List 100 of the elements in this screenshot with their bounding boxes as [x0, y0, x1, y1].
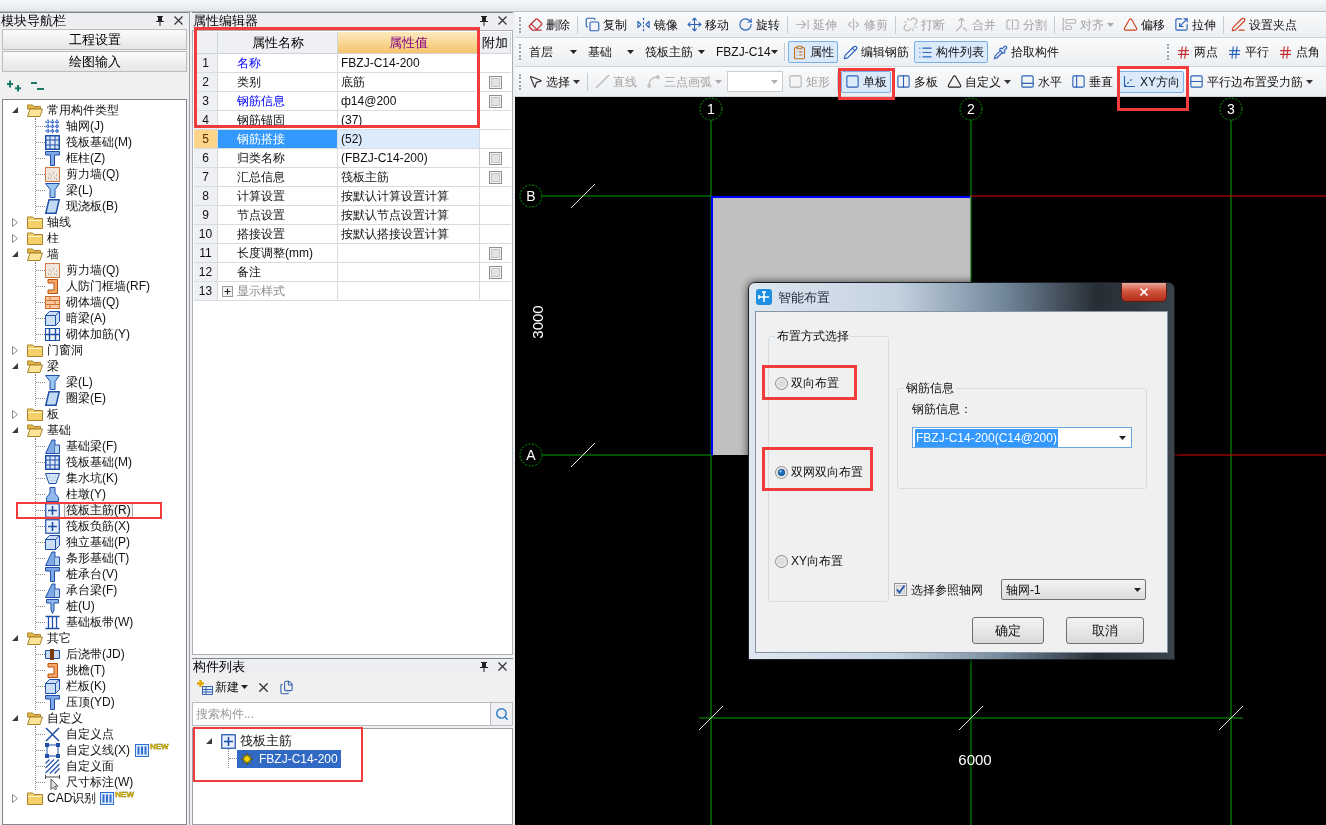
expand-arrow-icon[interactable] — [11, 217, 18, 227]
search-button[interactable] — [491, 702, 513, 726]
toolbar-button[interactable]: 旋转 — [734, 13, 784, 36]
pin-icon[interactable] — [480, 661, 488, 672]
tree-item[interactable]: 梁(L) — [64, 182, 95, 198]
dropdown[interactable]: 首层 — [524, 41, 582, 63]
close-button[interactable] — [1121, 283, 1167, 302]
property-value[interactable]: ф14@200 — [338, 92, 480, 111]
nav-button[interactable]: 工程设置 — [2, 29, 187, 50]
tree-item[interactable]: 板 — [46, 406, 60, 422]
collapse-arrow-icon[interactable] — [11, 107, 18, 113]
pin-icon[interactable] — [480, 15, 488, 26]
tree-item[interactable]: 压顶(YD) — [64, 694, 117, 710]
new-button[interactable]: 新建 — [196, 677, 249, 697]
tree-item[interactable]: 剪力墙(Q) — [64, 262, 122, 278]
tree-item[interactable]: 筏板主筋 — [240, 731, 292, 751]
toolbar-button[interactable]: 垂直 — [1067, 70, 1117, 93]
property-value[interactable]: (FBZJ-C14-200) — [338, 149, 480, 168]
toolbar-button[interactable]: 设置夹点 — [1227, 13, 1301, 36]
toolbar-button[interactable]: 单板 — [841, 70, 891, 93]
tree-item[interactable]: 人防门框墙(RF) — [64, 278, 152, 294]
toolbar-button[interactable]: 构件列表 — [914, 41, 988, 63]
property-value[interactable]: 按默认计算设置计算 — [338, 187, 480, 206]
property-value[interactable]: 按默认搭接设置计算 — [338, 225, 480, 244]
tree-item[interactable]: 现浇板(B) — [64, 198, 120, 214]
tree-item[interactable]: 梁(L) — [64, 374, 95, 390]
toolbar-button[interactable]: 属性 — [788, 41, 838, 63]
checkbox[interactable] — [489, 246, 502, 260]
tree-item[interactable]: 桩(U) — [64, 598, 97, 614]
tree-item[interactable]: 门窗洞 — [46, 342, 84, 358]
tree-item[interactable]: 后浇带(JD) — [64, 646, 127, 662]
dropdown[interactable]: 筏板主筋 — [640, 41, 710, 63]
close-icon[interactable] — [498, 662, 507, 671]
toolbar-button[interactable]: 删除 — [524, 13, 574, 36]
property-value[interactable]: 按默认节点设置计算 — [338, 206, 480, 225]
tree-item[interactable]: 集水坑(K) — [64, 470, 120, 486]
tree-item[interactable]: 独立基础(P) — [64, 534, 132, 550]
pin-icon[interactable] — [156, 15, 164, 26]
tree-item[interactable]: 梁 — [46, 358, 60, 374]
collapse-arrow-icon[interactable] — [11, 363, 18, 369]
property-value[interactable]: 底筋 — [338, 73, 480, 92]
tree-item[interactable]: 轴线 — [46, 214, 72, 230]
toolbar-button[interactable]: 多板 — [892, 70, 942, 93]
toolbar-button[interactable]: 编辑钢筋 — [839, 41, 913, 63]
collapse-arrow-icon[interactable] — [11, 715, 18, 721]
collapse-arrow-icon[interactable] — [11, 251, 18, 257]
checkbox-option[interactable]: 选择参照轴网 — [894, 580, 983, 599]
expand-arrow-icon[interactable] — [11, 793, 18, 803]
dropdown[interactable]: 轴网-1 — [1001, 579, 1146, 600]
tree-item[interactable]: 自定义点 — [64, 726, 116, 742]
expand-arrow-icon[interactable] — [11, 409, 18, 419]
tree-item[interactable]: 剪力墙(Q) — [64, 166, 122, 182]
tree-item[interactable]: 轴网(J) — [64, 118, 106, 134]
toolbar-button[interactable]: 点角 — [1274, 41, 1324, 63]
toolbar-button[interactable]: 水平 — [1016, 70, 1066, 93]
tree-item[interactable]: 圈梁(E) — [64, 390, 108, 406]
toolbar-button[interactable]: 拉伸 — [1170, 13, 1220, 36]
collapse-arrow-icon[interactable] — [11, 635, 18, 641]
tree-item[interactable]: 砌体墙(Q) — [64, 294, 122, 310]
dialog-button[interactable]: 确定 — [972, 617, 1044, 644]
tree-item[interactable]: 筏板负筋(X) — [64, 518, 132, 534]
radio-option[interactable]: XY向布置 — [775, 552, 843, 570]
tree-item[interactable]: 挑檐(T) — [64, 662, 108, 678]
tree-item[interactable]: CAD识别 — [46, 790, 98, 806]
tree-item[interactable]: 柱 — [46, 230, 60, 246]
tree-item[interactable]: 基础 — [46, 422, 72, 438]
property-value[interactable]: 筏板主筋 — [338, 168, 480, 187]
tree-item[interactable]: 墙 — [46, 246, 60, 262]
tree-item[interactable]: 其它 — [46, 630, 72, 646]
collapse-arrow-icon[interactable] — [11, 427, 18, 433]
toolbar-button[interactable]: 平行边布置受力筋 — [1185, 70, 1317, 93]
toolbar-button[interactable]: 拾取构件 — [989, 41, 1063, 63]
expand-all-icon[interactable] — [7, 79, 23, 92]
property-value[interactable]: (52) — [338, 130, 480, 149]
tree-item[interactable]: 砌体加筋(Y) — [64, 326, 132, 342]
toolbar-button[interactable]: XY方向 — [1118, 70, 1184, 93]
tree-item[interactable]: 基础板带(W) — [64, 614, 136, 630]
radio-option[interactable]: 双网双向布置 — [775, 463, 863, 481]
toolbar-button[interactable]: 平行 — [1223, 41, 1273, 63]
toolbar-button[interactable]: 两点 — [1172, 41, 1222, 63]
tree-item[interactable]: 柱墩(Y) — [64, 486, 108, 502]
checkbox[interactable] — [489, 170, 502, 184]
toolbar-button[interactable]: 复制 — [581, 13, 631, 36]
tree-item[interactable]: FBZJ-C14-200 — [237, 749, 341, 768]
property-value[interactable]: FBZJ-C14-200 — [338, 54, 480, 73]
close-icon[interactable] — [498, 16, 507, 25]
tree-item[interactable]: 栏板(K) — [64, 678, 108, 694]
column-header[interactable]: 附加 — [480, 32, 511, 54]
collapse-arrow-icon[interactable] — [205, 738, 212, 744]
expand-icon[interactable] — [222, 285, 233, 297]
tree-item[interactable]: 常用构件类型 — [46, 102, 120, 118]
collapse-all-icon[interactable] — [31, 79, 45, 92]
tree-item[interactable]: 自定义线(X) — [64, 742, 132, 758]
toolbar-button[interactable]: 选择 — [524, 70, 584, 93]
search-field[interactable]: 搜索构件... — [192, 702, 491, 726]
column-header[interactable]: 属性名称 — [218, 32, 338, 54]
toolbar-button[interactable]: 自定义 — [943, 70, 1015, 93]
checkbox[interactable] — [489, 75, 502, 89]
dropdown[interactable]: FBZJ-C14 — [711, 41, 781, 63]
nav-button[interactable]: 绘图输入 — [2, 51, 187, 72]
